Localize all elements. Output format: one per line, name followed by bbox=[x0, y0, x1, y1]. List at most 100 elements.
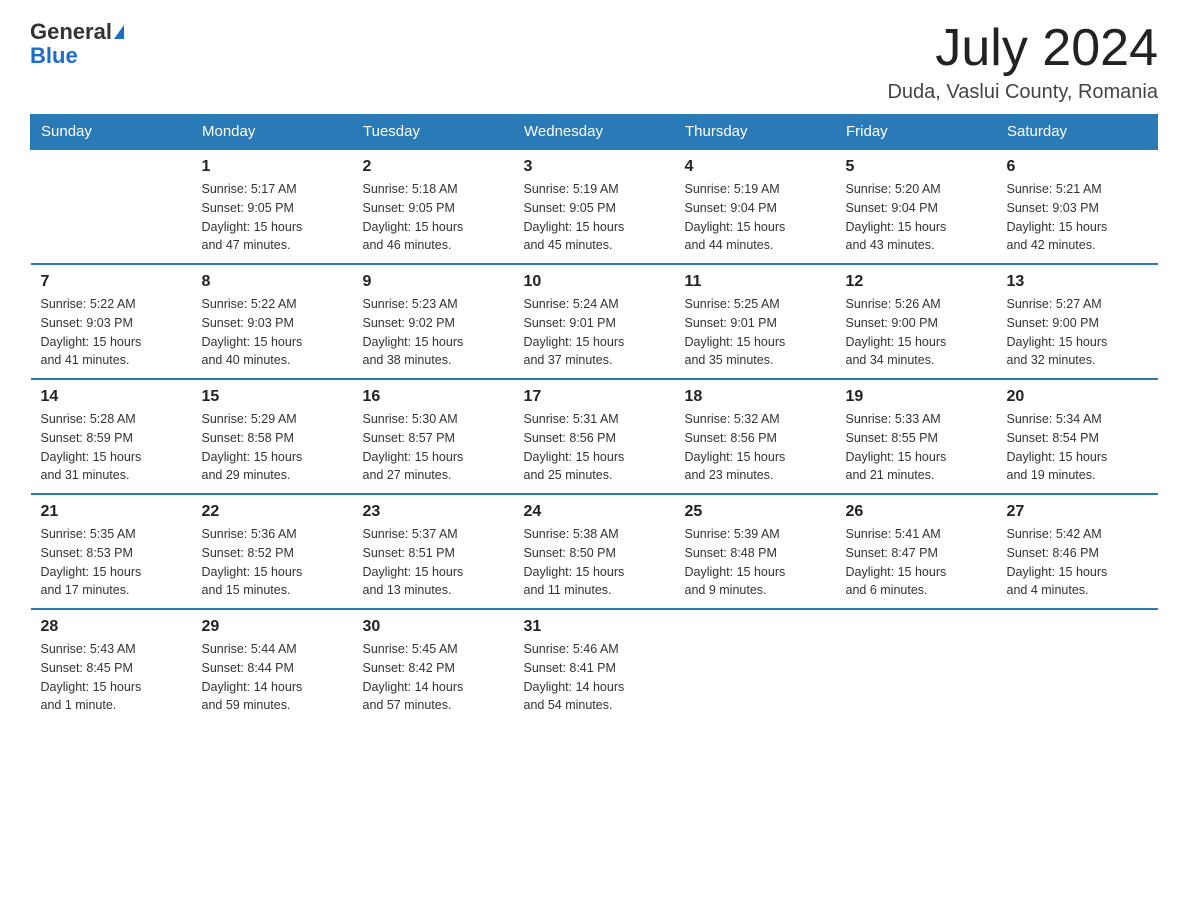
logo: General Blue bbox=[30, 20, 124, 68]
day-number: 16 bbox=[363, 388, 504, 406]
location-text: Duda, Vaslui County, Romania bbox=[887, 81, 1158, 104]
calendar-cell: 6 Sunrise: 5:21 AM Sunset: 9:03 PM Daylig… bbox=[997, 149, 1158, 264]
day-info: Sunrise: 5:27 AM Sunset: 9:00 PM Dayligh… bbox=[1007, 295, 1148, 370]
calendar-cell: 23 Sunrise: 5:37 AM Sunset: 8:51 PM Dayli… bbox=[353, 494, 514, 609]
day-number: 29 bbox=[202, 618, 343, 636]
calendar-cell: 30 Sunrise: 5:45 AM Sunset: 8:42 PM Dayli… bbox=[353, 609, 514, 723]
day-info: Sunrise: 5:39 AM Sunset: 8:48 PM Dayligh… bbox=[685, 525, 826, 600]
column-header-monday: Monday bbox=[192, 115, 353, 150]
day-info: Sunrise: 5:19 AM Sunset: 9:05 PM Dayligh… bbox=[524, 180, 665, 255]
day-number: 22 bbox=[202, 503, 343, 521]
day-info: Sunrise: 5:28 AM Sunset: 8:59 PM Dayligh… bbox=[41, 410, 182, 485]
day-number: 15 bbox=[202, 388, 343, 406]
day-info: Sunrise: 5:29 AM Sunset: 8:58 PM Dayligh… bbox=[202, 410, 343, 485]
calendar-cell: 21Sunrise: 5:35 AM Sunset: 8:53 PM Dayli… bbox=[31, 494, 192, 609]
column-header-sunday: Sunday bbox=[31, 115, 192, 150]
calendar-week-row: 1 Sunrise: 5:17 AM Sunset: 9:05 PM Daylig… bbox=[31, 149, 1158, 264]
day-number: 1 bbox=[202, 158, 343, 176]
calendar-cell: 7Sunrise: 5:22 AM Sunset: 9:03 PM Daylig… bbox=[31, 264, 192, 379]
day-info: Sunrise: 5:24 AM Sunset: 9:01 PM Dayligh… bbox=[524, 295, 665, 370]
calendar-cell: 17 Sunrise: 5:31 AM Sunset: 8:56 PM Dayli… bbox=[514, 379, 675, 494]
day-number: 27 bbox=[1007, 503, 1148, 521]
day-number: 30 bbox=[363, 618, 504, 636]
calendar-body: 1 Sunrise: 5:17 AM Sunset: 9:05 PM Daylig… bbox=[31, 149, 1158, 723]
calendar-cell: 4Sunrise: 5:19 AM Sunset: 9:04 PM Daylig… bbox=[675, 149, 836, 264]
page-header: General Blue July 2024 Duda, Vaslui Coun… bbox=[30, 20, 1158, 104]
calendar-cell: 16 Sunrise: 5:30 AM Sunset: 8:57 PM Dayli… bbox=[353, 379, 514, 494]
day-info: Sunrise: 5:31 AM Sunset: 8:56 PM Dayligh… bbox=[524, 410, 665, 485]
calendar-header: SundayMondayTuesdayWednesdayThursdayFrid… bbox=[31, 115, 1158, 150]
day-number: 23 bbox=[363, 503, 504, 521]
day-number: 8 bbox=[202, 273, 343, 291]
day-info: Sunrise: 5:23 AM Sunset: 9:02 PM Dayligh… bbox=[363, 295, 504, 370]
calendar-week-row: 7Sunrise: 5:22 AM Sunset: 9:03 PM Daylig… bbox=[31, 264, 1158, 379]
calendar-cell: 31Sunrise: 5:46 AM Sunset: 8:41 PM Dayli… bbox=[514, 609, 675, 723]
day-info: Sunrise: 5:35 AM Sunset: 8:53 PM Dayligh… bbox=[41, 525, 182, 600]
logo-triangle-icon bbox=[114, 25, 124, 39]
column-header-saturday: Saturday bbox=[997, 115, 1158, 150]
calendar-cell: 1 Sunrise: 5:17 AM Sunset: 9:05 PM Daylig… bbox=[192, 149, 353, 264]
day-info: Sunrise: 5:44 AM Sunset: 8:44 PM Dayligh… bbox=[202, 640, 343, 715]
calendar-cell bbox=[836, 609, 997, 723]
calendar-cell: 26 Sunrise: 5:41 AM Sunset: 8:47 PM Dayli… bbox=[836, 494, 997, 609]
day-number: 14 bbox=[41, 388, 182, 406]
column-header-tuesday: Tuesday bbox=[353, 115, 514, 150]
day-number: 25 bbox=[685, 503, 826, 521]
calendar-cell: 13 Sunrise: 5:27 AM Sunset: 9:00 PM Dayli… bbox=[997, 264, 1158, 379]
calendar-cell: 10Sunrise: 5:24 AM Sunset: 9:01 PM Dayli… bbox=[514, 264, 675, 379]
calendar-week-row: 28 Sunrise: 5:43 AM Sunset: 8:45 PM Dayli… bbox=[31, 609, 1158, 723]
day-number: 17 bbox=[524, 388, 665, 406]
column-header-thursday: Thursday bbox=[675, 115, 836, 150]
day-info: Sunrise: 5:42 AM Sunset: 8:46 PM Dayligh… bbox=[1007, 525, 1148, 600]
calendar-cell: 18Sunrise: 5:32 AM Sunset: 8:56 PM Dayli… bbox=[675, 379, 836, 494]
calendar-cell: 12 Sunrise: 5:26 AM Sunset: 9:00 PM Dayli… bbox=[836, 264, 997, 379]
day-info: Sunrise: 5:36 AM Sunset: 8:52 PM Dayligh… bbox=[202, 525, 343, 600]
calendar-cell: 22 Sunrise: 5:36 AM Sunset: 8:52 PM Dayli… bbox=[192, 494, 353, 609]
day-number: 24 bbox=[524, 503, 665, 521]
day-info: Sunrise: 5:43 AM Sunset: 8:45 PM Dayligh… bbox=[41, 640, 182, 715]
title-block: July 2024 Duda, Vaslui County, Romania bbox=[887, 20, 1158, 104]
day-number: 9 bbox=[363, 273, 504, 291]
day-number: 31 bbox=[524, 618, 665, 636]
day-info: Sunrise: 5:34 AM Sunset: 8:54 PM Dayligh… bbox=[1007, 410, 1148, 485]
day-info: Sunrise: 5:20 AM Sunset: 9:04 PM Dayligh… bbox=[846, 180, 987, 255]
month-title: July 2024 bbox=[887, 20, 1158, 77]
day-number: 26 bbox=[846, 503, 987, 521]
calendar-cell: 9 Sunrise: 5:23 AM Sunset: 9:02 PM Daylig… bbox=[353, 264, 514, 379]
day-info: Sunrise: 5:21 AM Sunset: 9:03 PM Dayligh… bbox=[1007, 180, 1148, 255]
day-number: 20 bbox=[1007, 388, 1148, 406]
logo-general-text: General bbox=[30, 20, 112, 44]
day-info: Sunrise: 5:17 AM Sunset: 9:05 PM Dayligh… bbox=[202, 180, 343, 255]
calendar-cell: 19Sunrise: 5:33 AM Sunset: 8:55 PM Dayli… bbox=[836, 379, 997, 494]
day-number: 5 bbox=[846, 158, 987, 176]
day-info: Sunrise: 5:18 AM Sunset: 9:05 PM Dayligh… bbox=[363, 180, 504, 255]
calendar-cell: 25 Sunrise: 5:39 AM Sunset: 8:48 PM Dayli… bbox=[675, 494, 836, 609]
calendar-cell: 29 Sunrise: 5:44 AM Sunset: 8:44 PM Dayli… bbox=[192, 609, 353, 723]
calendar-table: SundayMondayTuesdayWednesdayThursdayFrid… bbox=[30, 114, 1158, 723]
day-info: Sunrise: 5:32 AM Sunset: 8:56 PM Dayligh… bbox=[685, 410, 826, 485]
logo-blue-text: Blue bbox=[30, 44, 124, 68]
calendar-cell bbox=[31, 149, 192, 264]
calendar-cell: 14 Sunrise: 5:28 AM Sunset: 8:59 PM Dayli… bbox=[31, 379, 192, 494]
day-info: Sunrise: 5:26 AM Sunset: 9:00 PM Dayligh… bbox=[846, 295, 987, 370]
calendar-cell bbox=[997, 609, 1158, 723]
day-info: Sunrise: 5:41 AM Sunset: 8:47 PM Dayligh… bbox=[846, 525, 987, 600]
day-info: Sunrise: 5:25 AM Sunset: 9:01 PM Dayligh… bbox=[685, 295, 826, 370]
day-info: Sunrise: 5:37 AM Sunset: 8:51 PM Dayligh… bbox=[363, 525, 504, 600]
calendar-cell: 24 Sunrise: 5:38 AM Sunset: 8:50 PM Dayli… bbox=[514, 494, 675, 609]
day-number: 19 bbox=[846, 388, 987, 406]
calendar-week-row: 21Sunrise: 5:35 AM Sunset: 8:53 PM Dayli… bbox=[31, 494, 1158, 609]
day-number: 3 bbox=[524, 158, 665, 176]
day-number: 13 bbox=[1007, 273, 1148, 291]
day-info: Sunrise: 5:30 AM Sunset: 8:57 PM Dayligh… bbox=[363, 410, 504, 485]
day-info: Sunrise: 5:19 AM Sunset: 9:04 PM Dayligh… bbox=[685, 180, 826, 255]
day-info: Sunrise: 5:38 AM Sunset: 8:50 PM Dayligh… bbox=[524, 525, 665, 600]
calendar-cell: 5 Sunrise: 5:20 AM Sunset: 9:04 PM Daylig… bbox=[836, 149, 997, 264]
day-info: Sunrise: 5:22 AM Sunset: 9:03 PM Dayligh… bbox=[41, 295, 182, 370]
calendar-cell: 3 Sunrise: 5:19 AM Sunset: 9:05 PM Daylig… bbox=[514, 149, 675, 264]
day-number: 28 bbox=[41, 618, 182, 636]
day-number: 6 bbox=[1007, 158, 1148, 176]
day-number: 12 bbox=[846, 273, 987, 291]
column-header-friday: Friday bbox=[836, 115, 997, 150]
day-info: Sunrise: 5:45 AM Sunset: 8:42 PM Dayligh… bbox=[363, 640, 504, 715]
